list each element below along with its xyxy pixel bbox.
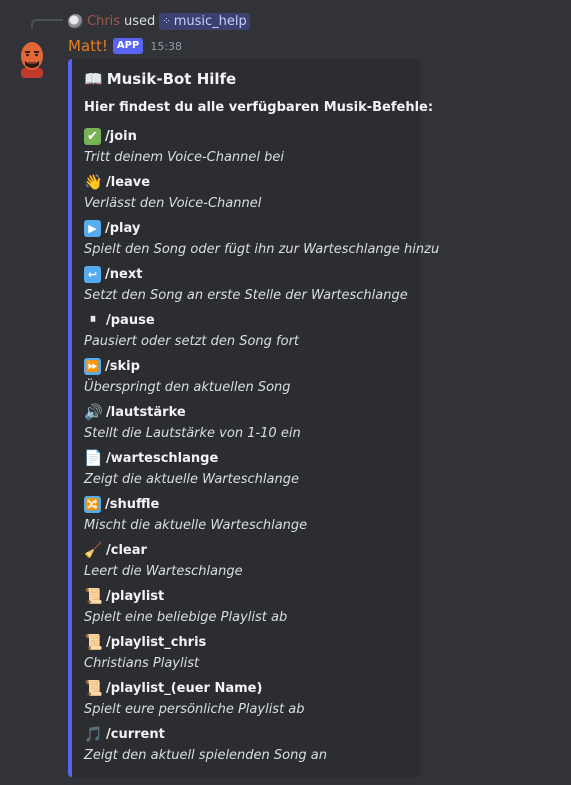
command-description: Stellt die Lautstärke von 1-10 ein (84, 425, 301, 441)
scroll-icon: 📜 (84, 587, 103, 605)
command-field: ▶/play Spielt den Song oder fügt ihn zur … (84, 217, 440, 263)
return-arrow-icon: ↩ (84, 265, 101, 283)
musical-note-icon: 🎵 (84, 725, 103, 743)
command-name: /warteschlange (106, 450, 219, 466)
embed-description: Hier findest du alle verfügbaren Musik-B… (84, 100, 434, 115)
command-name: /playlist (106, 588, 165, 604)
command-description: Spielt den Song oder fügt ihn zur Wartes… (84, 241, 440, 257)
help-embed: 📖 Musik-Bot Hilfe Hier findest du alle ve… (68, 59, 440, 777)
command-field: ↩/next Setzt den Song an erste Stelle der… (84, 263, 414, 309)
command-field: ⏩/skip Überspringt den aktuellen Song (84, 355, 414, 401)
command-description: Zeigt die aktuelle Warteschlange (84, 471, 299, 487)
command-field-header: ↩/next (84, 263, 414, 285)
command-reply-header: Chris used ⁘ music_help (68, 12, 250, 30)
app-badge: APP (112, 38, 144, 54)
command-description: Überspringt den aktuellen Song (84, 379, 291, 395)
command-field: 📜/playlist_chris Christians Playlist (84, 631, 414, 677)
command-field-header: ▶/play (84, 217, 414, 239)
command-field: 📄/warteschlange Zeigt die aktuelle Wartes… (84, 447, 414, 493)
command-field: 🔊/lautstärke Stellt die Lautstärke von 1-… (84, 401, 414, 447)
command-field-header: 📜/playlist_chris (84, 631, 414, 653)
command-name: /next (105, 266, 143, 282)
command-description: Spielt eure persönliche Playlist ab (84, 701, 305, 717)
fast-forward-icon: ⏩ (84, 357, 101, 375)
command-field-header: 🔀/shuffle (84, 493, 414, 515)
slash-command-mention[interactable]: ⁘ music_help (159, 12, 250, 30)
open-book-icon: 📖 (84, 70, 103, 88)
scroll-icon: 📜 (84, 633, 103, 651)
command-name: /clear (106, 542, 147, 558)
slash-command-icon: ⁘ (162, 15, 171, 27)
command-field: 🔀/shuffle Mischt die aktuelle Warteschlan… (84, 493, 414, 539)
command-field-header: 📜/playlist (84, 585, 414, 607)
play-icon: ▶ (84, 219, 101, 237)
command-name: /shuffle (105, 496, 160, 512)
command-name: /leave (106, 174, 151, 190)
pause-icon: ⏸ (89, 312, 97, 327)
command-field-header: 📜/playlist_(euer Name) (84, 677, 414, 699)
message-timestamp[interactable]: 15:38 (150, 40, 182, 53)
command-list: ✔/join Tritt deinem Voice-Channel bei 👋/le… (84, 125, 440, 769)
author-name[interactable]: Matt! (68, 37, 108, 55)
command-field-header: 🎵/current (84, 723, 414, 745)
embed-title: 📖 Musik-Bot Hilfe (84, 70, 236, 88)
command-description: Setzt den Song an erste Stelle der Warte… (84, 287, 408, 303)
command-field: 📜/playlist_(euer Name) Spielt eure persön… (84, 677, 414, 723)
reply-username[interactable]: Chris (87, 14, 120, 29)
reply-user-avatar[interactable] (68, 13, 83, 29)
command-field-header: ⏩/skip (84, 355, 414, 377)
command-name: music_help (173, 13, 247, 29)
bot-avatar[interactable] (16, 38, 48, 78)
speaker-icon: 🔊 (84, 403, 103, 421)
chat-message: Chris used ⁘ music_help Matt! APP 15:38 … (0, 0, 571, 785)
message-header: Matt! APP 15:38 (68, 35, 182, 57)
command-name: /skip (105, 358, 140, 374)
document-icon: 📄 (84, 449, 103, 467)
command-field: 👋/leave Verlässt den Voice-Channel (84, 171, 414, 217)
command-field-header: ✔/join (84, 125, 414, 147)
command-description: Zeigt den aktuell spielenden Song an (84, 747, 327, 763)
command-field: 🎵/current Zeigt den aktuell spielenden So… (84, 723, 414, 769)
reply-connector-line (31, 19, 63, 29)
waving-hand-icon: 👋 (84, 173, 103, 191)
command-name: /play (105, 220, 141, 236)
reply-used-text: used (124, 13, 156, 29)
command-name: /playlist_(euer Name) (106, 680, 263, 696)
command-name: /pause (106, 312, 155, 328)
avatar-face-icon (21, 42, 43, 78)
command-field-header: ⏸ /pause (84, 309, 414, 331)
command-name: /lautstärke (106, 404, 186, 420)
command-field: 📜/playlist Spielt eine beliebige Playlist… (84, 585, 414, 631)
embed-title-text: Musik-Bot Hilfe (106, 70, 237, 88)
command-field-header: 👋/leave (84, 171, 414, 193)
scroll-icon: 📜 (84, 679, 103, 697)
command-field: ⏸ /pause Pausiert oder setzt den Song fort (84, 309, 414, 355)
command-name: /join (105, 128, 137, 144)
check-mark-icon: ✔ (84, 127, 101, 145)
command-description: Mischt die aktuelle Warteschlange (84, 517, 308, 533)
command-field: ✔/join Tritt deinem Voice-Channel bei (84, 125, 414, 171)
command-name: /current (106, 726, 165, 742)
command-field-header: 📄/warteschlange (84, 447, 414, 469)
command-description: Christians Playlist (84, 655, 200, 671)
command-name: /playlist_chris (106, 634, 207, 650)
command-description: Spielt eine beliebige Playlist ab (84, 609, 288, 625)
command-field-header: 🔊/lautstärke (84, 401, 414, 423)
shuffle-icon: 🔀 (84, 495, 101, 513)
broom-icon: 🧹 (84, 541, 103, 559)
command-description: Pausiert oder setzt den Song fort (84, 333, 300, 349)
command-description: Verlässt den Voice-Channel (84, 195, 262, 211)
command-description: Tritt deinem Voice-Channel bei (84, 149, 285, 165)
command-field-header: 🧹/clear (84, 539, 414, 561)
command-field: 🧹/clear Leert die Warteschlange (84, 539, 414, 585)
command-description: Leert die Warteschlange (84, 563, 243, 579)
